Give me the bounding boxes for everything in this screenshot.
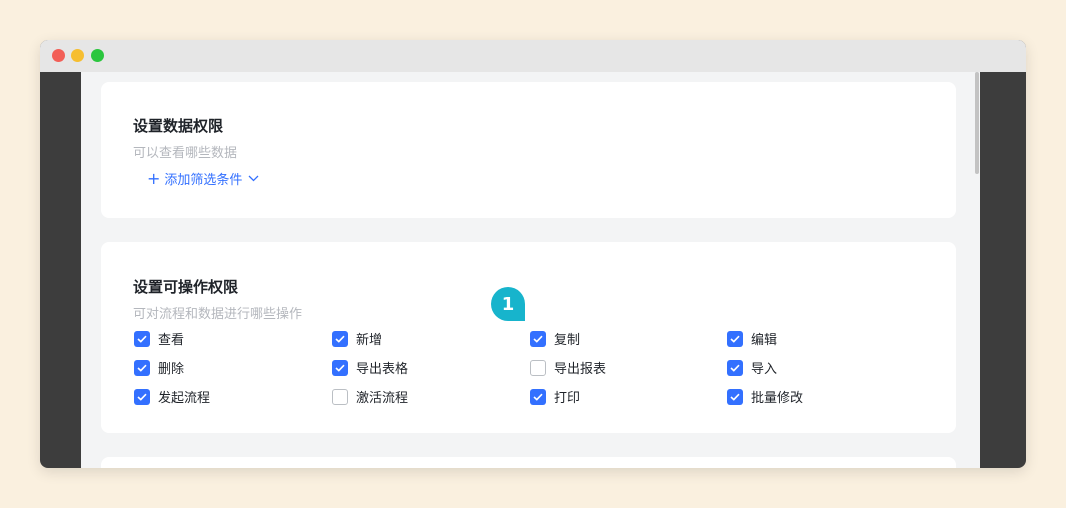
permission-option[interactable]: 复制 [530,329,580,348]
add-filter-button[interactable]: + 添加筛选条件 [147,169,259,188]
checkbox-checked[interactable] [727,388,743,405]
checkbox-checked[interactable] [332,330,348,347]
permission-option[interactable]: 新增 [332,329,382,348]
permission-label: 新增 [356,333,383,348]
permission-option[interactable]: 导出报表 [530,358,606,377]
checkbox-checked[interactable] [727,330,743,347]
chevron-down-icon [248,175,259,182]
checkbox-checked[interactable] [727,359,743,376]
permission-option[interactable]: 删除 [134,358,184,377]
app-window: 设置数据权限 可以查看哪些数据 + 添加筛选条件 设置可操作权限 可对流程和数据… [40,40,1026,468]
check-icon [335,364,345,372]
permission-option[interactable]: 批量修改 [727,387,803,406]
permission-option[interactable]: 激活流程 [332,387,408,406]
next-settings-card [101,457,956,468]
permission-label: 删除 [158,362,185,377]
permission-option[interactable]: 编辑 [727,329,777,348]
checkbox-checked[interactable] [530,330,546,347]
annotation-badge: 1 [491,287,525,321]
checkbox-checked[interactable] [134,359,150,376]
permission-label: 导出表格 [356,362,409,377]
close-window-button[interactable] [52,49,65,62]
permission-label: 导入 [751,362,778,377]
operation-permission-title: 设置可操作权限 [133,278,239,296]
permission-label: 导出报表 [554,362,607,377]
plus-icon: + [147,168,161,188]
check-icon [533,335,543,343]
scrollbar-thumb[interactable] [975,72,979,174]
check-icon [137,393,147,401]
data-permission-card: 设置数据权限 可以查看哪些数据 + 添加筛选条件 [101,82,956,218]
settings-panel: 设置数据权限 可以查看哪些数据 + 添加筛选条件 设置可操作权限 可对流程和数据… [81,72,980,468]
permission-label: 编辑 [751,333,778,348]
permission-label: 复制 [554,333,581,348]
data-permission-subtitle: 可以查看哪些数据 [133,146,238,161]
checkbox-checked[interactable] [134,388,150,405]
check-icon [335,335,345,343]
permission-option[interactable]: 导入 [727,358,777,377]
operation-permission-subtitle: 可对流程和数据进行哪些操作 [133,307,303,322]
permission-label: 查看 [158,333,185,348]
checkbox-checked[interactable] [530,388,546,405]
checkbox-checked[interactable] [332,359,348,376]
maximize-window-button[interactable] [91,49,104,62]
permission-option[interactable]: 打印 [530,387,580,406]
checkbox-unchecked[interactable] [530,359,546,376]
checkbox-checked[interactable] [134,330,150,347]
permission-label: 发起流程 [158,391,211,406]
check-icon [533,393,543,401]
permission-option[interactable]: 发起流程 [134,387,210,406]
data-permission-title: 设置数据权限 [133,117,224,135]
check-icon [137,335,147,343]
check-icon [730,393,740,401]
permission-label: 激活流程 [356,391,409,406]
permission-label: 打印 [554,391,581,406]
checkbox-unchecked[interactable] [332,388,348,405]
minimize-window-button[interactable] [71,49,84,62]
check-icon [137,364,147,372]
permission-label: 批量修改 [751,391,804,406]
scrollbar[interactable] [974,72,980,468]
add-filter-label: 添加筛选条件 [164,173,243,188]
operation-permission-card: 设置可操作权限 可对流程和数据进行哪些操作 查看 新增 复制 编辑删除 导出表格 导出报表… [101,242,956,433]
permission-option[interactable]: 导出表格 [332,358,408,377]
check-icon [730,335,740,343]
permission-checkbox-grid: 查看 新增 复制 编辑删除 导出表格 导出报表 导入发起流程 激活流程 打印 批量修改 [134,329,854,419]
window-titlebar [40,40,1026,72]
permission-option[interactable]: 查看 [134,329,184,348]
check-icon [730,364,740,372]
